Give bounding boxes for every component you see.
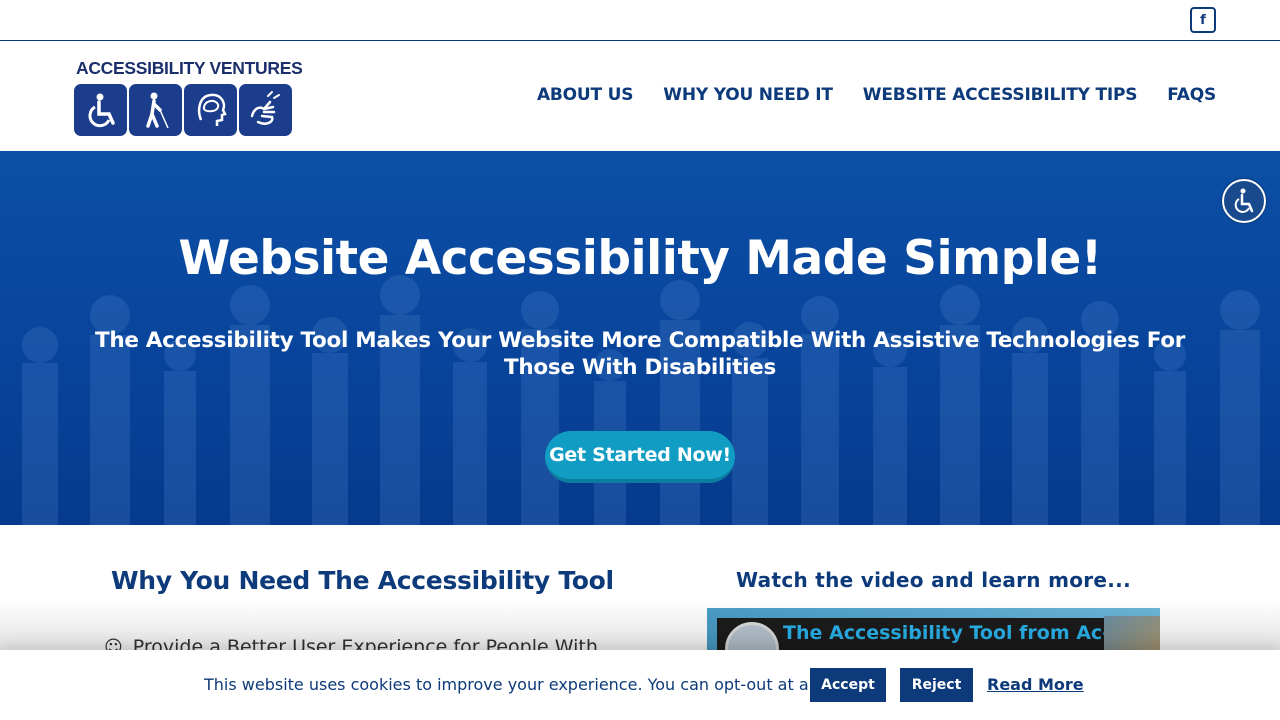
wheelchair-icon — [74, 84, 127, 136]
nav-website-accessibility-tips[interactable]: WEBSITE ACCESSIBILITY TIPS — [863, 85, 1138, 105]
main-nav: ABOUT US WHY YOU NEED IT WEBSITE ACCESSI… — [537, 85, 1216, 105]
hero-title: Website Accessibility Made Simple! — [178, 231, 1102, 286]
video-caption: The Accessibility Tool from Ac- — [783, 622, 1111, 644]
logo-tiles — [74, 84, 292, 136]
accessibility-widget-button[interactable] — [1222, 179, 1266, 223]
accept-button[interactable]: Accept — [810, 668, 886, 702]
nav-about-us[interactable]: ABOUT US — [537, 85, 634, 105]
nav-why-you-need-it[interactable]: WHY YOU NEED IT — [663, 85, 833, 105]
top-bar: f — [0, 0, 1280, 41]
hero-banner: Website Accessibility Made Simple! The A… — [0, 151, 1280, 525]
facebook-icon[interactable]: f — [1190, 7, 1216, 33]
get-started-button[interactable]: Get Started Now! — [545, 431, 735, 483]
why-you-need-title: Why You Need The Accessibility Tool — [111, 566, 614, 595]
video-heading: Watch the video and learn more... — [736, 568, 1131, 592]
read-more-link[interactable]: Read More — [987, 675, 1084, 694]
logo-text: ACCESSIBILITY VENTURES — [76, 58, 303, 78]
cookie-banner: This website uses cookies to improve you… — [0, 650, 1280, 720]
wheelchair-icon — [1234, 188, 1254, 213]
site-header: ACCESSIBILITY VENTURES ABOUT US WHY YOU … — [0, 41, 1280, 151]
logo[interactable]: ACCESSIBILITY VENTURES — [74, 58, 303, 136]
cookie-message: This website uses cookies to improve you… — [204, 675, 875, 694]
reject-button[interactable]: Reject — [900, 668, 973, 702]
brain-head-icon — [184, 84, 237, 136]
blind-walker-icon — [129, 84, 182, 136]
sign-language-icon — [239, 84, 292, 136]
hero-subtitle: The Accessibility Tool Makes Your Websit… — [94, 328, 1186, 380]
nav-faqs[interactable]: FAQS — [1167, 85, 1216, 105]
facebook-icon-glyph: f — [1200, 12, 1206, 28]
